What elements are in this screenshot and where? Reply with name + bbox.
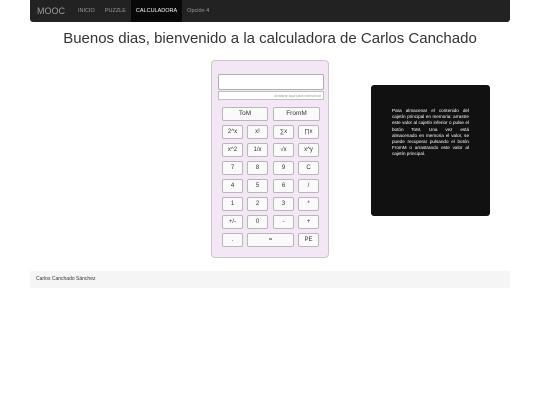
digit-7-button[interactable]: 7 [222, 161, 243, 175]
negate-button[interactable]: +/- [222, 215, 243, 229]
subtract-button[interactable]: - [273, 215, 294, 229]
from-memory-button[interactable]: FromM [273, 107, 320, 121]
sqrt-button[interactable]: √x [273, 143, 294, 157]
digit-8-button[interactable]: 8 [247, 161, 268, 175]
digit-5-button[interactable]: 5 [247, 179, 268, 193]
pow2x-button[interactable]: 2^x [222, 125, 243, 139]
brand-link[interactable]: MOOC [30, 0, 73, 22]
nav-item-opcion-4[interactable]: Opción 4 [182, 0, 214, 22]
product-button[interactable]: ∏x [298, 125, 319, 139]
memory-help-box: Para almacenar el contenido del cajetín … [371, 85, 490, 216]
to-memory-button[interactable]: ToM [222, 107, 268, 121]
digit-0-button[interactable]: 0 [247, 215, 268, 229]
pe-button[interactable]: PE [298, 233, 319, 247]
digit-3-button[interactable]: 3 [273, 197, 294, 211]
navbar: MOOC INICIO PUZZLE CALCULADORA Opción 4 [30, 0, 510, 22]
sum-button[interactable]: ∑x [273, 125, 294, 139]
equals-button[interactable]: = [247, 233, 294, 247]
footer: Carlos Canchado Sánchez [30, 271, 510, 288]
add-button[interactable]: + [298, 215, 319, 229]
footer-author: Carlos Canchado Sánchez [36, 276, 96, 282]
memory-drop-field[interactable]: Arrastrar aquí para memorizar [218, 91, 324, 100]
factorial-button[interactable]: x! [247, 125, 268, 139]
memory-help-text: Para almacenar el contenido del cajetín … [392, 108, 469, 157]
nav-item-puzzle[interactable]: PUZZLE [100, 0, 131, 22]
nav-item-inicio[interactable]: INICIO [73, 0, 100, 22]
digit-9-button[interactable]: 9 [273, 161, 294, 175]
page-title: Buenos dias, bienvenido a la calculadora… [63, 30, 477, 47]
square-button[interactable]: x^2 [222, 143, 243, 157]
inverse-button[interactable]: 1/x [247, 143, 268, 157]
digit-6-button[interactable]: 6 [273, 179, 294, 193]
digit-4-button[interactable]: 4 [222, 179, 243, 193]
multiply-button[interactable]: * [298, 197, 319, 211]
divide-button[interactable]: / [298, 179, 319, 193]
clear-button[interactable]: C [298, 161, 319, 175]
calculator-panel: Arrastrar aquí para memorizar ToM FromM … [211, 60, 329, 258]
decimal-button[interactable]: . [222, 233, 243, 247]
nav-item-calculadora[interactable]: CALCULADORA [130, 0, 183, 22]
display-input[interactable] [218, 74, 324, 90]
power-button[interactable]: x^y [298, 143, 319, 157]
digit-2-button[interactable]: 2 [247, 197, 268, 211]
digit-1-button[interactable]: 1 [222, 197, 243, 211]
